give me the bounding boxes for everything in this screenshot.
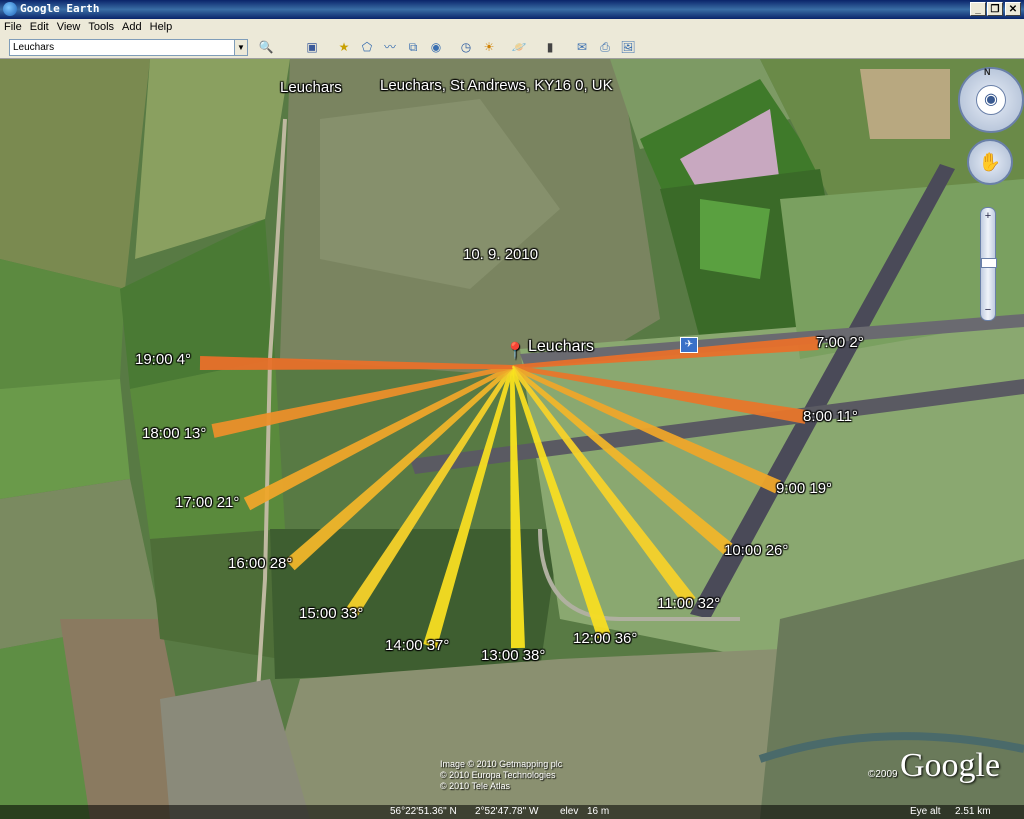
record-tour-icon[interactable]: ◉ bbox=[427, 39, 445, 56]
eye-icon[interactable]: ◉ bbox=[976, 85, 1006, 115]
imagery-credits: Image © 2010 Getmapping plc © 2010 Europ… bbox=[440, 759, 562, 792]
eye-altitude-readout: 2.51 km bbox=[955, 806, 991, 817]
google-earth-app-icon bbox=[3, 2, 17, 16]
polygon-icon[interactable]: ⬠ bbox=[358, 39, 376, 56]
sun-ray-1100 bbox=[510, 365, 696, 607]
sun-ray-label: 8:00 11° bbox=[803, 408, 858, 425]
sun-ray-1800 bbox=[211, 365, 513, 438]
sun-ray-1900 bbox=[199, 356, 513, 370]
look-control[interactable]: N ◉ bbox=[958, 67, 1024, 133]
sun-ray-1300 bbox=[510, 366, 525, 649]
search-button-icon[interactable]: 🔍 bbox=[257, 39, 275, 56]
place-label-leuchars[interactable]: Leuchars bbox=[280, 79, 342, 96]
google-logo: Google bbox=[900, 747, 1001, 784]
placemark-icon[interactable]: ★ bbox=[335, 39, 353, 56]
zoom-slider[interactable]: + − bbox=[980, 207, 997, 321]
zoom-handle[interactable] bbox=[981, 258, 997, 268]
credit-line: © 2010 Tele Atlas bbox=[440, 781, 511, 791]
sun-ray-label: 19:00 4° bbox=[135, 351, 192, 368]
sidebar-icon[interactable]: ▣ bbox=[303, 39, 321, 56]
zoom-out-icon[interactable]: − bbox=[982, 304, 994, 316]
menu-tools[interactable]: Tools bbox=[84, 19, 118, 33]
menu-help[interactable]: Help bbox=[146, 19, 177, 33]
airport-icon[interactable]: ✈ bbox=[680, 337, 698, 353]
sun-ray-label: 13:00 38° bbox=[481, 647, 546, 664]
ruler-icon[interactable]: ▮ bbox=[541, 39, 559, 56]
search-value: Leuchars bbox=[13, 42, 55, 53]
pushpin-icon[interactable]: 📍 bbox=[505, 341, 525, 360]
close-button[interactable]: ✕ bbox=[1005, 2, 1021, 16]
save-image-icon[interactable]: 🖼 bbox=[619, 39, 637, 56]
credit-line: © 2010 Europa Technologies bbox=[440, 770, 556, 780]
menu-file[interactable]: File bbox=[0, 19, 26, 33]
sun-ray-label: 18:00 13° bbox=[142, 425, 207, 442]
sun-ray-label: 12:00 36° bbox=[573, 630, 638, 647]
eye-altitude-label: Eye alt bbox=[910, 806, 941, 817]
date-label: 10. 9. 2010 bbox=[463, 246, 539, 263]
search-dropdown-icon[interactable]: ▼ bbox=[234, 40, 247, 55]
menu-view[interactable]: View bbox=[53, 19, 85, 33]
planets-icon[interactable]: 🪐 bbox=[510, 39, 528, 56]
path-icon[interactable]: 〰 bbox=[381, 39, 399, 56]
sun-ray-label: 11:00 32° bbox=[657, 595, 721, 612]
sun-ray-800 bbox=[511, 365, 808, 424]
sun-ray-label: 14:00 37° bbox=[385, 637, 450, 654]
compass-north-label: N bbox=[984, 67, 991, 77]
sun-ray-label: 9:00 19° bbox=[776, 480, 833, 497]
zoom-in-icon[interactable]: + bbox=[982, 210, 994, 222]
status-bar: 56°22'51.36" N 2°52'47.78" W elev 16 m E… bbox=[0, 805, 1024, 819]
credit-line: Image © 2010 Getmapping plc bbox=[440, 759, 563, 769]
sun-ray-label: 17:00 21° bbox=[175, 494, 240, 511]
toolbar: Leuchars ▼ 🔍 ▣ ★ ⬠ 〰 ⧉ ◉ ◷ ☀ 🪐 ▮ ✉ ⎙ 🖼 bbox=[0, 37, 1024, 59]
longitude-readout: 2°52'47.78" W bbox=[475, 806, 539, 817]
title-bar: Google Earth _ ❐ ✕ bbox=[0, 0, 1024, 19]
print-icon[interactable]: ⎙ bbox=[596, 39, 614, 56]
sun-ray-label: 7:00 2° bbox=[816, 334, 864, 351]
sun-ray-label: 15:00 33° bbox=[299, 605, 364, 622]
address-label: Leuchars, St Andrews, KY16 0, UK bbox=[380, 77, 613, 94]
elevation-label: elev bbox=[560, 806, 579, 817]
search-input[interactable]: Leuchars ▼ bbox=[9, 39, 248, 56]
move-control-hand-icon[interactable]: ✋ bbox=[967, 139, 1013, 185]
menu-edit[interactable]: Edit bbox=[26, 19, 53, 33]
image-overlay-icon[interactable]: ⧉ bbox=[404, 39, 422, 56]
window-title: Google Earth bbox=[20, 2, 100, 15]
map-view[interactable]: Leuchars Leuchars, St Andrews, KY16 0, U… bbox=[0, 59, 1024, 819]
logo-copyright-year: ©2009 bbox=[868, 769, 898, 780]
latitude-readout: 56°22'51.36" N bbox=[390, 806, 457, 817]
menu-add[interactable]: Add bbox=[118, 19, 146, 33]
elevation-readout: 16 m bbox=[587, 806, 610, 817]
minimize-button[interactable]: _ bbox=[970, 2, 986, 16]
email-icon[interactable]: ✉ bbox=[573, 39, 591, 56]
restore-button[interactable]: ❐ bbox=[987, 2, 1003, 16]
sun-ray-label: 16:00 28° bbox=[228, 555, 293, 572]
placemark-label[interactable]: Leuchars bbox=[528, 338, 594, 356]
menu-bar: File Edit View Tools Add Help bbox=[0, 19, 1024, 37]
sunlight-icon[interactable]: ☀ bbox=[480, 39, 498, 56]
sun-ray-label: 10:00 26° bbox=[724, 542, 789, 559]
historical-imagery-icon[interactable]: ◷ bbox=[457, 39, 475, 56]
